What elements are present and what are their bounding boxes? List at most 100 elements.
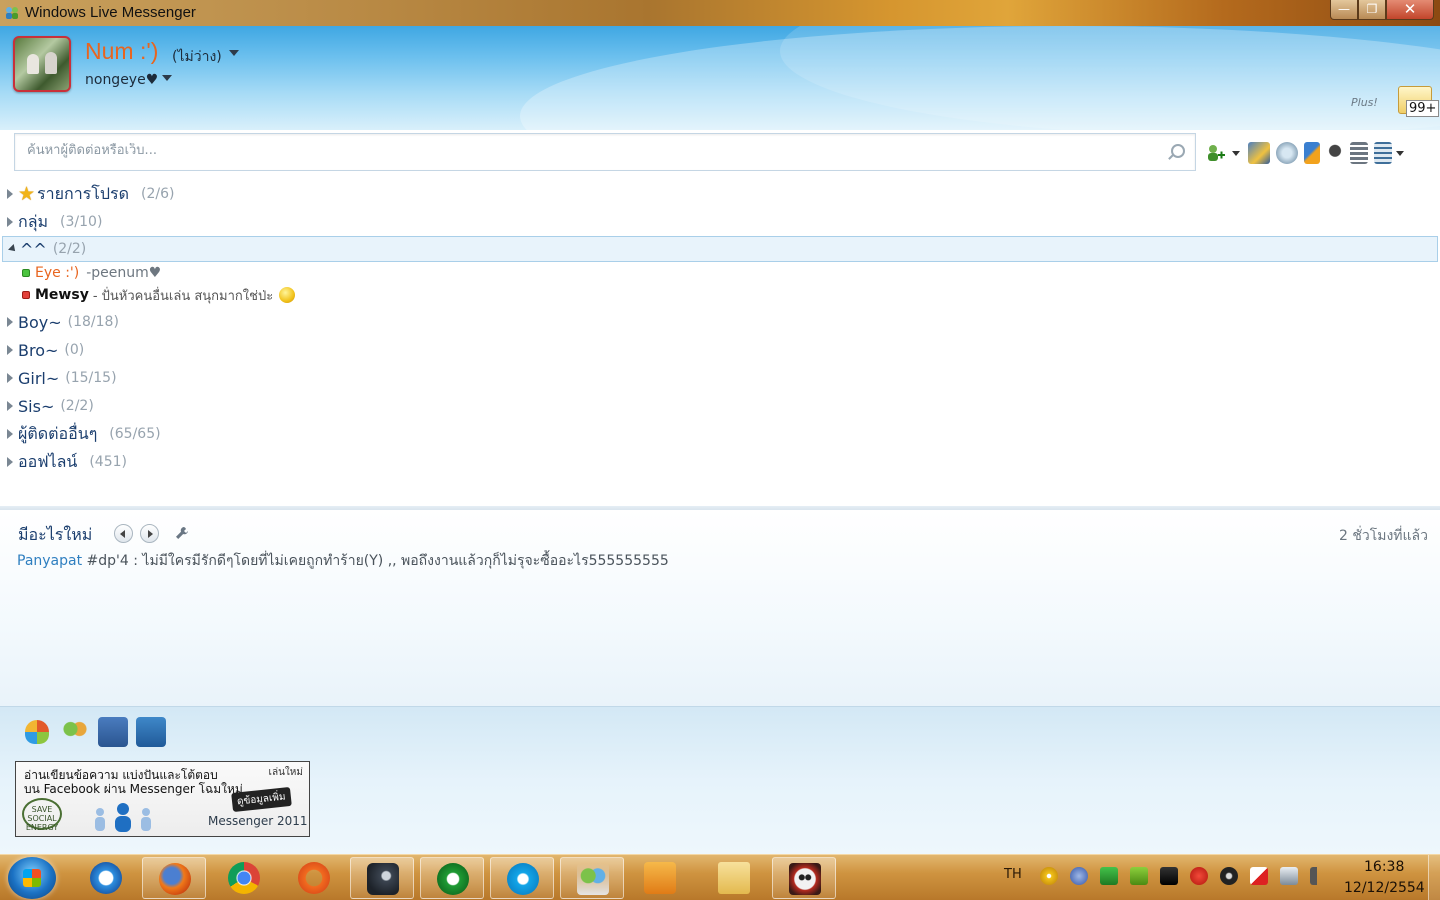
- smiley-emoticon-icon: [279, 287, 296, 303]
- advertisement-banner[interactable]: อ่านเขียนข้อความ แบ่งปันและโต้ตอบ บน Fac…: [15, 761, 310, 837]
- media-player-icon: [644, 862, 676, 894]
- steam-taskbar-button[interactable]: [350, 857, 414, 899]
- status-dropdown-icon[interactable]: [229, 50, 239, 56]
- group-name: Girl~: [18, 368, 60, 388]
- game-taskbar-button[interactable]: [772, 857, 836, 899]
- collapse-icon[interactable]: [8, 244, 18, 254]
- options-icon[interactable]: [1374, 142, 1392, 164]
- messenger-taskbar-button[interactable]: [560, 857, 624, 899]
- start-button[interactable]: [8, 857, 56, 899]
- previous-button[interactable]: [114, 524, 133, 543]
- group-count: (18/18): [67, 314, 119, 330]
- contact-item[interactable]: Mewsy - ปั่นหัวคนอื่นเล่น สนุกมากใช่ป่ะ: [22, 284, 296, 306]
- toolbar: [1204, 140, 1412, 166]
- group-girl[interactable]: Girl~ (15/15): [0, 364, 1440, 392]
- steam-tray-icon[interactable]: [1220, 867, 1238, 885]
- steam-icon: [367, 863, 399, 895]
- change-picture-icon[interactable]: [1248, 142, 1270, 164]
- expand-icon[interactable]: [7, 373, 13, 383]
- action-center-flag-icon[interactable]: [1250, 867, 1268, 885]
- plus-label[interactable]: Plus!: [1351, 96, 1378, 109]
- options-dropdown-icon[interactable]: [1396, 150, 1404, 156]
- contact-message: -peenum♥: [86, 265, 162, 281]
- lightning-tray-icon[interactable]: [1070, 867, 1088, 885]
- minimize-button[interactable]: —: [1330, 0, 1358, 20]
- green-check-tray-icon[interactable]: [1100, 867, 1118, 885]
- maximize-button[interactable]: ❐: [1358, 0, 1386, 20]
- monitor-tray-icon[interactable]: [1160, 867, 1178, 885]
- service-shortcuts: [22, 717, 174, 747]
- group-count: (15/15): [65, 370, 117, 386]
- network-icon[interactable]: [1280, 867, 1298, 885]
- whats-new-panel: มีอะไรใหม่ 2 ชั่วโมงที่แล้ว Panyapat #dp…: [0, 510, 1440, 706]
- contact-item[interactable]: Eye :') -peenum♥: [22, 262, 161, 284]
- language-indicator[interactable]: TH: [1004, 867, 1022, 882]
- search-box[interactable]: [14, 133, 1196, 171]
- diamond-shortcut-icon[interactable]: [98, 717, 128, 747]
- group-bro[interactable]: Bro~ (0): [0, 336, 1440, 364]
- display-name[interactable]: Num :'): [85, 38, 158, 65]
- group-offline[interactable]: ออฟไลน์ (451): [0, 448, 1440, 476]
- games-icon[interactable]: [1276, 142, 1298, 164]
- close-button[interactable]: ✕: [1386, 0, 1434, 20]
- nvidia-tray-icon[interactable]: [1130, 867, 1148, 885]
- wrench-icon[interactable]: [175, 526, 189, 540]
- messenger-app-icon: [6, 7, 18, 19]
- whats-new-author[interactable]: Panyapat: [17, 553, 82, 569]
- mail-count-badge[interactable]: 99+: [1406, 100, 1440, 117]
- disc-tray-icon[interactable]: [1040, 867, 1058, 885]
- folder-icon: [718, 862, 750, 894]
- group-groups[interactable]: กลุ่ม (3/10): [0, 208, 1440, 236]
- messenger-people-icon[interactable]: [60, 717, 90, 747]
- contact-list: ★ รายการโปรด (2/6) กลุ่ม (3/10) ^^ (2/2)…: [0, 180, 1440, 510]
- ad-text-line2: บน Facebook ผ่าน Messenger โฉมใหม่: [24, 782, 243, 796]
- activities-icon[interactable]: [1304, 142, 1320, 164]
- expand-icon[interactable]: [7, 189, 13, 199]
- utorrent-taskbar-button[interactable]: [420, 857, 484, 899]
- taskbar: TH 16:38 12/12/2554: [0, 854, 1440, 900]
- group-caret[interactable]: ^^ (2/2): [2, 236, 1438, 262]
- add-contact-icon[interactable]: [1204, 142, 1226, 164]
- clock-date[interactable]: 12/12/2554: [1344, 880, 1425, 896]
- expand-icon[interactable]: [7, 401, 13, 411]
- personal-message-dropdown-icon[interactable]: [162, 75, 172, 81]
- clock-time[interactable]: 16:38: [1364, 859, 1404, 875]
- firefox-icon: [159, 863, 191, 895]
- volume-icon[interactable]: [1310, 867, 1328, 885]
- search-icon[interactable]: [1171, 144, 1185, 158]
- next-button[interactable]: [140, 524, 159, 543]
- media-player-taskbar-button[interactable]: [628, 857, 692, 899]
- expand-icon[interactable]: [7, 457, 13, 467]
- airplane-icon[interactable]: [136, 717, 166, 747]
- search-input[interactable]: [27, 143, 1157, 158]
- origin-icon: [298, 862, 330, 894]
- avatar[interactable]: [13, 36, 71, 92]
- add-contact-dropdown-icon[interactable]: [1232, 150, 1240, 156]
- layout-icon[interactable]: [1350, 142, 1368, 164]
- skype-taskbar-button[interactable]: [490, 857, 554, 899]
- origin-taskbar-button[interactable]: [282, 857, 346, 899]
- group-count: (2/2): [60, 398, 94, 414]
- header-decoration: [520, 26, 1440, 130]
- chrome-taskbar-button[interactable]: [212, 857, 276, 899]
- group-other-contacts[interactable]: ผู้ติดต่ออื่นๆ (65/65): [0, 420, 1440, 448]
- status-selector[interactable]: (ไม่ว่าง): [172, 46, 222, 68]
- explorer-taskbar-button[interactable]: [702, 857, 766, 899]
- windows-live-butterfly-icon[interactable]: [25, 720, 49, 744]
- star-icon: ★: [18, 183, 36, 205]
- red-lips-tray-icon[interactable]: [1190, 867, 1208, 885]
- expand-icon[interactable]: [7, 345, 13, 355]
- group-favorites[interactable]: ★ รายการโปรด (2/6): [0, 180, 1440, 208]
- expand-icon[interactable]: [7, 317, 13, 327]
- group-name: Bro~: [18, 340, 59, 360]
- online-status-icon: [22, 269, 30, 277]
- firefox-taskbar-button[interactable]: [142, 857, 206, 899]
- expand-icon[interactable]: [7, 217, 13, 227]
- group-boy[interactable]: Boy~ (18/18): [0, 308, 1440, 336]
- show-desktop-button[interactable]: [1428, 855, 1440, 900]
- internet-explorer-taskbar-button[interactable]: [74, 857, 138, 899]
- group-sis[interactable]: Sis~ (2/2): [0, 392, 1440, 420]
- menu-icon[interactable]: [1326, 142, 1344, 164]
- expand-icon[interactable]: [7, 429, 13, 439]
- personal-message[interactable]: nongeye♥: [85, 72, 158, 88]
